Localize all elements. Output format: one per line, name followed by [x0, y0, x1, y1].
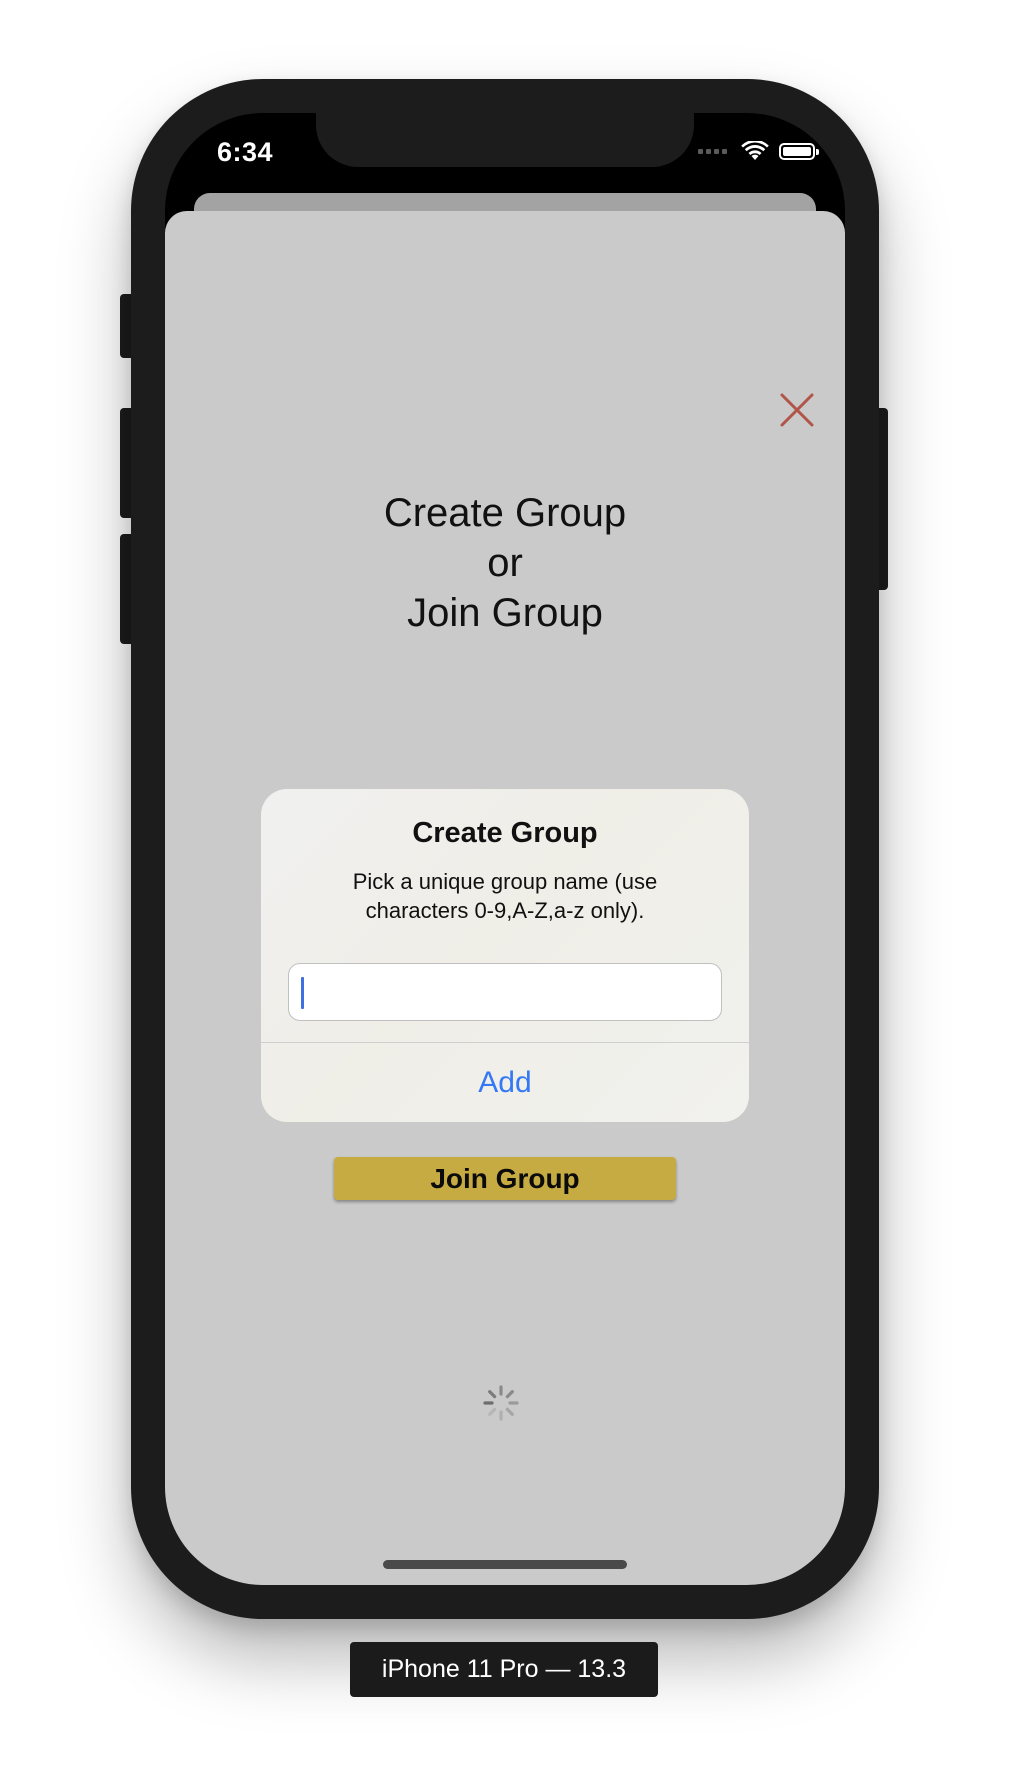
text-cursor: [301, 977, 304, 1009]
phone-screen: 6:34 Create Group or Join Group Create G…: [165, 113, 845, 1585]
close-icon[interactable]: [779, 392, 815, 428]
page-title-line: Join Group: [407, 591, 603, 635]
home-indicator[interactable]: [383, 1560, 627, 1569]
status-time: 6:34: [217, 137, 274, 167]
simulator-stage: 6:34 Create Group or Join Group Create G…: [0, 0, 1010, 1770]
status-icons: [698, 141, 819, 161]
join-group-button[interactable]: Join Group: [334, 1157, 676, 1200]
battery-icon: [779, 142, 819, 160]
wifi-icon: [741, 141, 769, 160]
modal-sheet: Create Group or Join Group Create Group …: [165, 211, 845, 1585]
page-title-line: or: [487, 541, 523, 585]
alert-message: Pick a unique group name (use characters…: [352, 869, 658, 923]
add-button[interactable]: Add: [261, 1043, 749, 1122]
page-title: Create Group or Join Group: [165, 488, 845, 638]
group-name-input[interactable]: [288, 963, 722, 1021]
notch: [316, 113, 694, 167]
activity-spinner-icon: [483, 1385, 519, 1421]
cellular-signal-icon: [698, 148, 727, 154]
device-label: iPhone 11 Pro — 13.3: [350, 1642, 658, 1697]
alert-title: Create Group: [412, 817, 598, 849]
create-group-alert: Create Group Pick a unique group name (u…: [261, 789, 749, 1122]
page-title-line: Create Group: [383, 491, 627, 535]
